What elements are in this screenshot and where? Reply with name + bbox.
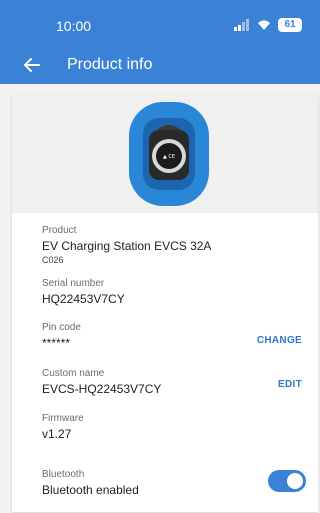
firmware-value: v1.27 — [42, 427, 72, 441]
custom-name-field: Custom name EVCS-HQ22453V7CY — [42, 367, 302, 397]
product-name: EV Charging Station EVCS 32A — [42, 239, 212, 253]
edit-name-button[interactable]: EDIT — [278, 379, 302, 390]
back-arrow-icon[interactable] — [20, 53, 44, 77]
signal-icon — [234, 19, 249, 31]
change-pin-button[interactable]: CHANGE — [257, 335, 302, 346]
bluetooth-field: Bluetooth Bluetooth enabled — [42, 468, 302, 498]
battery-icon: 61 — [278, 18, 302, 32]
top-app-bar: 10:00 61 Product info — [0, 0, 320, 84]
product-info-card: ▲ CE Product EV Charging Station EVCS 32… — [12, 95, 318, 512]
serial-value: HQ22453V7CY — [42, 292, 125, 306]
bluetooth-label: Bluetooth — [42, 469, 85, 480]
wifi-icon — [258, 20, 270, 30]
serial-label: Serial number — [42, 278, 105, 289]
status-time: 10:00 — [56, 18, 92, 34]
firmware-label: Firmware — [42, 413, 84, 424]
custom-name-value: EVCS-HQ22453V7CY — [42, 382, 162, 396]
bluetooth-value: Bluetooth enabled — [42, 483, 139, 497]
product-image-area: ▲ CE — [12, 95, 318, 213]
status-bar: 10:00 61 — [0, 14, 320, 38]
toggle-knob — [287, 473, 303, 489]
app-bar: Product info — [0, 50, 320, 80]
product-code: C026 — [42, 255, 64, 265]
serial-field: Serial number HQ22453V7CY — [42, 277, 302, 307]
pin-label: Pin code — [42, 322, 81, 333]
page-title: Product info — [67, 56, 153, 73]
product-label: Product — [42, 225, 77, 236]
custom-name-label: Custom name — [42, 368, 105, 379]
svg-text:▲ CE: ▲ CE — [163, 154, 175, 160]
ev-charger-image: ▲ CE — [129, 102, 209, 206]
firmware-field: Firmware v1.27 — [42, 412, 302, 442]
bluetooth-toggle[interactable] — [268, 470, 306, 492]
status-icons: 61 — [234, 18, 302, 32]
product-field: Product EV Charging Station EVCS 32A C02… — [42, 224, 302, 266]
